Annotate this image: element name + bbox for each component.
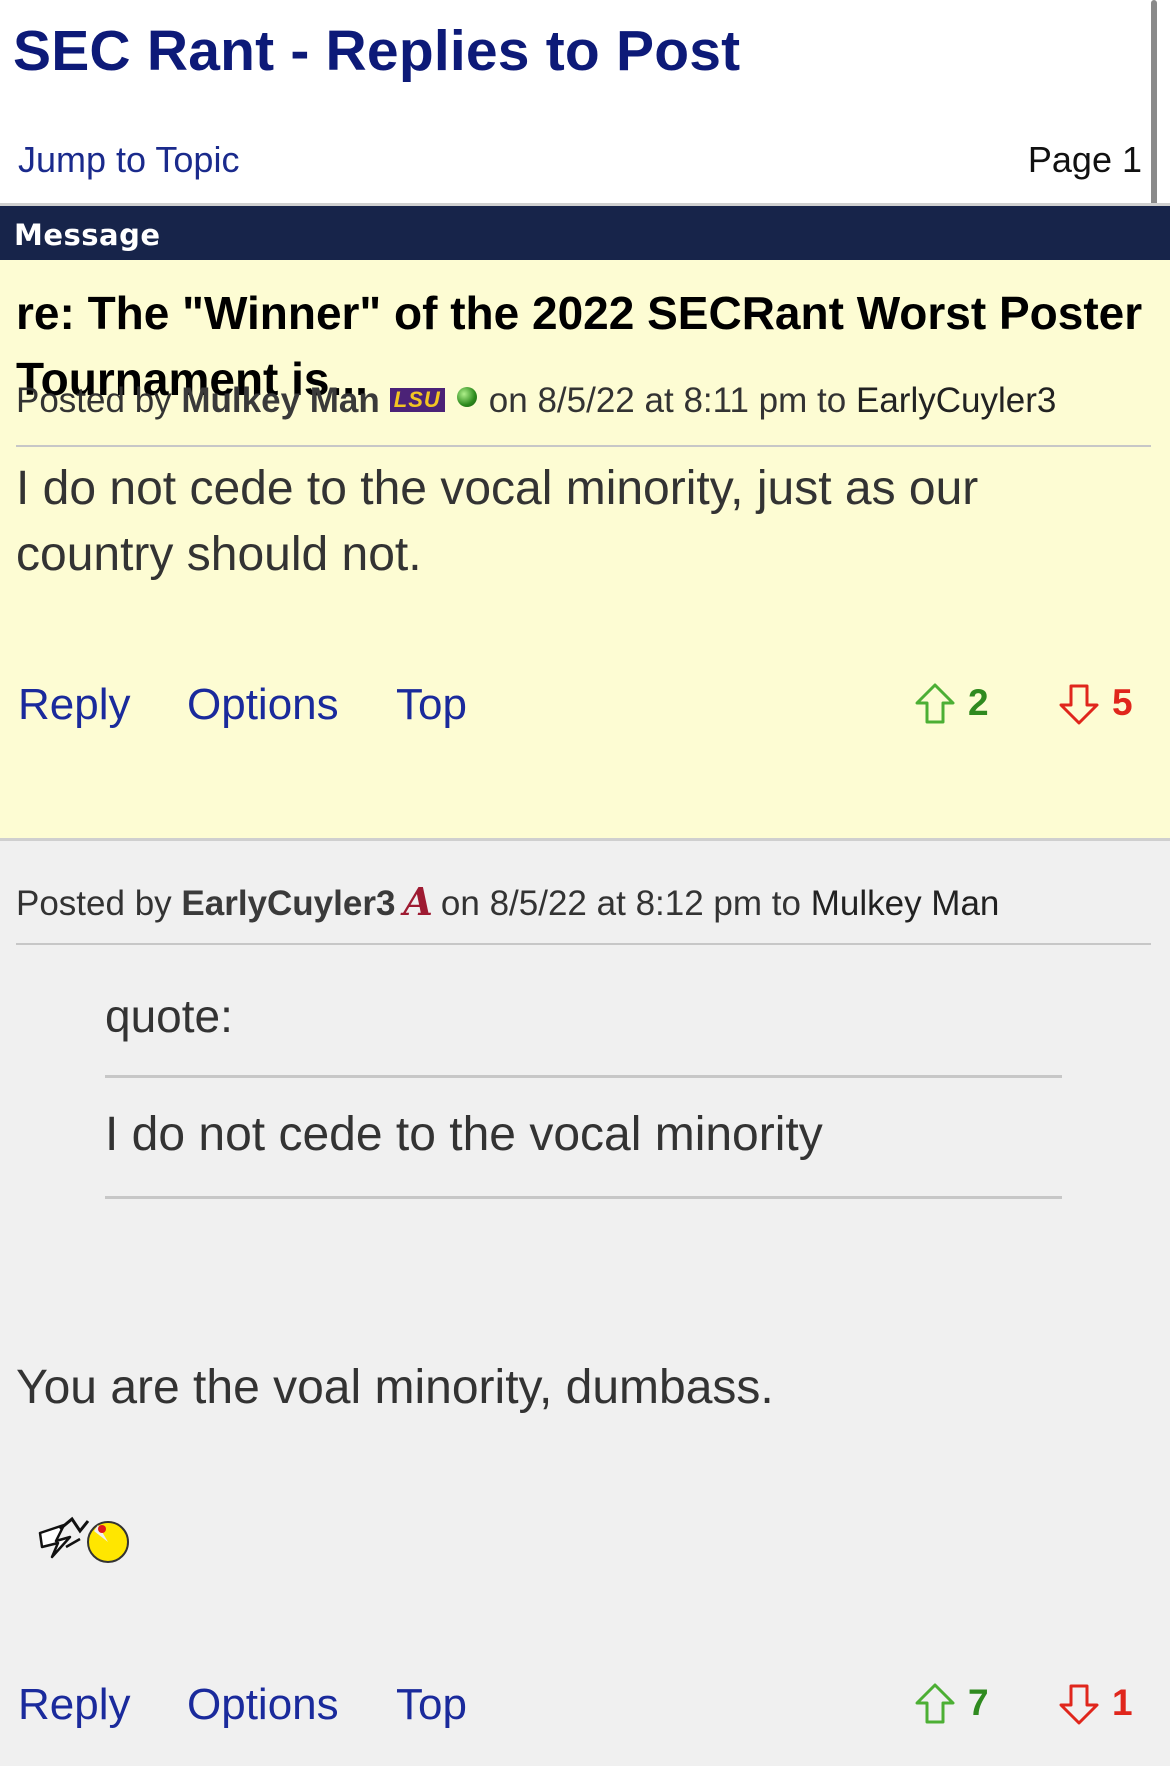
upvote-count: 7 <box>968 1682 989 1723</box>
options-button[interactable]: Options <box>187 680 339 730</box>
page-title: SEC Rant - Replies to Post <box>13 19 741 83</box>
divider <box>16 445 1151 447</box>
arrow-up-icon <box>915 683 955 724</box>
upvote-count: 2 <box>968 682 989 723</box>
pacman-chase-emoticon-icon <box>38 1516 129 1563</box>
to-label: to <box>771 884 801 923</box>
post-body: I do not cede to the vocal minority, jus… <box>16 462 979 581</box>
on-label: on <box>488 381 528 420</box>
lsu-team-icon: LSU <box>389 387 445 412</box>
post-date: 8/5/22 <box>537 381 635 420</box>
downvote-count: 1 <box>1112 1682 1133 1723</box>
arrow-down-icon <box>1059 1684 1099 1725</box>
reply-button[interactable]: Reply <box>18 680 131 730</box>
post-meta: Posted by Mulkey Man LSU on 8/5/22 at 8:11… <box>16 381 1056 421</box>
post-2: Posted by EarlyCuyler3 Aon 8/5/22 at 8:12… <box>0 841 1170 1766</box>
top-button[interactable]: Top <box>396 680 467 730</box>
page-number: Page 1 <box>1027 139 1142 180</box>
quote-divider <box>105 1196 1062 1199</box>
reply-to-link[interactable]: Mulkey Man <box>811 884 1000 923</box>
post-actions: Reply Options Top 7 1 <box>0 1680 1170 1740</box>
posted-by-label: Posted by <box>16 381 172 420</box>
post-1: re: The "Winner" of the 2022 SECRant Wor… <box>0 260 1170 841</box>
alabama-a-icon: A <box>403 879 433 924</box>
arrow-up-icon <box>915 1683 955 1724</box>
at-label: at <box>596 884 626 923</box>
reply-button[interactable]: Reply <box>18 1680 131 1730</box>
post-meta: Posted by EarlyCuyler3 Aon 8/5/22 at 8:12… <box>16 879 999 924</box>
online-dot-icon <box>456 386 477 407</box>
jump-to-topic-link[interactable]: Jump to Topic <box>18 139 239 181</box>
post-body: You are the voal minority, dumbass. <box>16 1361 774 1414</box>
author-link[interactable]: EarlyCuyler3 <box>181 884 395 923</box>
post-time: 8:11 pm <box>683 381 808 420</box>
top-button[interactable]: Top <box>396 1680 467 1730</box>
quote-divider <box>105 1075 1062 1078</box>
to-label: to <box>817 381 847 420</box>
quote-text: I do not cede to the vocal minority <box>105 1108 823 1161</box>
post-time: 8:12 pm <box>635 884 763 923</box>
reply-to-link[interactable]: EarlyCuyler3 <box>856 381 1056 420</box>
downvote-count: 5 <box>1112 682 1133 723</box>
message-header-bar: Message <box>0 206 1170 260</box>
post-date: 8/5/22 <box>489 884 587 923</box>
author-link[interactable]: Mulkey Man <box>181 381 379 420</box>
post-actions: Reply Options Top 2 5 <box>0 680 1170 740</box>
message-header-label: Message <box>14 218 161 252</box>
scrollbar[interactable] <box>1151 0 1157 214</box>
at-label: at <box>644 381 674 420</box>
options-button[interactable]: Options <box>187 1680 339 1730</box>
arrow-down-icon <box>1059 684 1099 725</box>
divider <box>16 943 1151 945</box>
posted-by-label: Posted by <box>16 884 172 923</box>
on-label: on <box>440 884 480 923</box>
quote-label: quote: <box>105 990 233 1042</box>
